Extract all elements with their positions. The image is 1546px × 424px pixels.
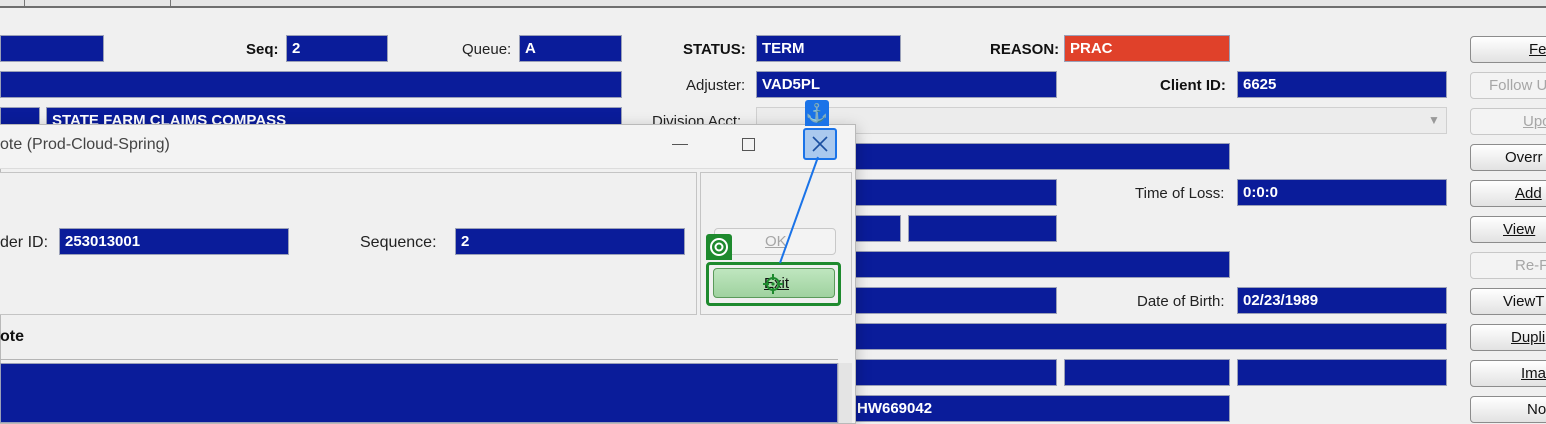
dialog-title: ote (Prod-Cloud-Spring)	[0, 136, 170, 153]
target-icon	[710, 238, 728, 256]
note-textarea[interactable]	[0, 363, 838, 423]
field-row8-mid[interactable]	[840, 287, 1057, 314]
refresh-button[interactable]: Re-F	[1470, 252, 1546, 279]
right-button-1[interactable]: Fe	[1470, 36, 1546, 63]
field-row4-mid[interactable]	[840, 143, 1230, 170]
image-button[interactable]: Ima	[1470, 360, 1546, 387]
field-row5-mid[interactable]	[840, 179, 1057, 206]
minimize-icon[interactable]	[672, 144, 688, 145]
override-button[interactable]: Overr	[1470, 144, 1546, 171]
follow-up-button[interactable]: Follow U	[1470, 72, 1546, 99]
duplicate-button[interactable]: Dupli	[1470, 324, 1546, 351]
order-id-label: der ID:	[0, 234, 49, 251]
status-label: STATUS:	[683, 41, 746, 58]
crosshair-icon	[763, 274, 783, 294]
view-t-button[interactable]: ViewT	[1470, 288, 1546, 315]
dob-field[interactable]: 02/23/1989	[1237, 287, 1447, 314]
chevron-down-icon[interactable]: ▼	[1423, 109, 1445, 132]
sequence-field[interactable]: 2	[455, 228, 685, 255]
connector-line	[779, 156, 819, 264]
field-row10-c[interactable]	[1237, 359, 1447, 386]
adjuster-label: Adjuster:	[686, 77, 746, 94]
field-left-2[interactable]	[0, 71, 622, 98]
add-button[interactable]: Add	[1470, 180, 1546, 207]
view-button[interactable]: View	[1470, 216, 1546, 243]
close-icon	[812, 136, 828, 152]
status-field[interactable]: TERM	[756, 35, 901, 62]
top-tab-divider	[24, 0, 25, 6]
field-row9-mid[interactable]	[840, 323, 1447, 350]
client-id-field[interactable]: 6625	[1237, 71, 1447, 98]
field-row7-mid[interactable]	[840, 251, 1230, 278]
field-row10-a[interactable]	[840, 359, 1057, 386]
order-id-field[interactable]: 253013001	[59, 228, 289, 255]
top-tab-divider	[170, 0, 171, 6]
time-of-loss-field[interactable]: 0:0:0	[1237, 179, 1447, 206]
time-of-loss-label: Time of Loss:	[1135, 185, 1225, 202]
field-row10-b[interactable]	[1064, 359, 1230, 386]
anchor-icon: ⚓	[805, 103, 829, 123]
client-id-label: Client ID:	[1160, 77, 1226, 94]
seq-field[interactable]: 2	[286, 35, 388, 62]
dob-label: Date of Birth:	[1137, 293, 1225, 310]
reason-field[interactable]: PRAC	[1064, 35, 1230, 62]
queue-label: Queue:	[462, 41, 512, 58]
update-button[interactable]: Upc	[1470, 108, 1546, 135]
reason-label: REASON:	[990, 41, 1060, 58]
note-scrollbar[interactable]	[838, 363, 852, 423]
anchor-badge: ⚓	[805, 100, 829, 126]
division-acct-select[interactable]	[756, 107, 1447, 134]
field-left-1[interactable]	[0, 35, 104, 62]
target-badge	[706, 234, 732, 260]
maximize-icon[interactable]	[742, 138, 755, 151]
sequence-label: Sequence:	[360, 234, 437, 251]
note-divider	[0, 359, 838, 360]
notes-button[interactable]: No	[1470, 396, 1546, 423]
field-row11-mid[interactable]: HW669042	[840, 395, 1230, 422]
adjuster-field[interactable]: VAD5PL	[756, 71, 1057, 98]
field-row6-b[interactable]	[908, 215, 1057, 242]
note-section-label: ote	[0, 328, 24, 345]
seq-label: Seq:	[246, 41, 279, 58]
top-border	[0, 0, 1546, 8]
queue-field[interactable]: A	[519, 35, 622, 62]
